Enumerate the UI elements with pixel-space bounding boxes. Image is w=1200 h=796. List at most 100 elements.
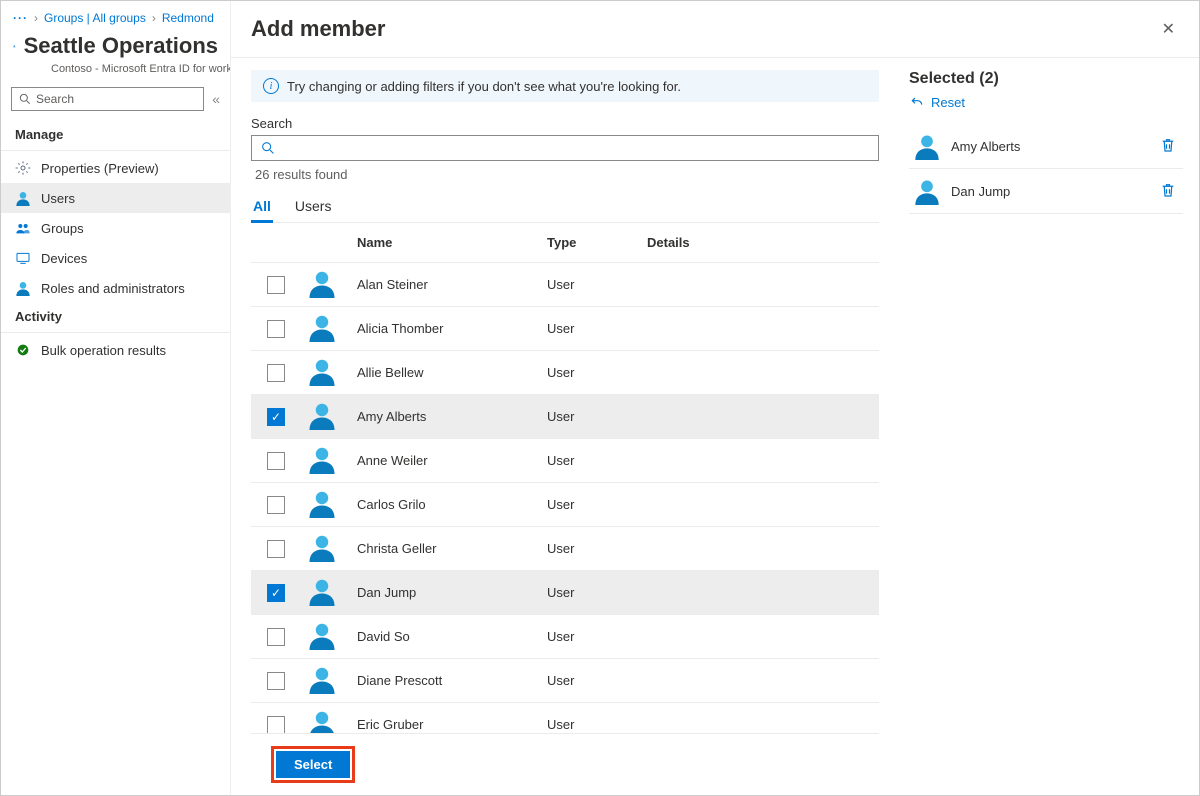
sidebar-item-label: Roles and administrators xyxy=(41,281,185,296)
row-type: User xyxy=(541,493,641,516)
row-name: Diane Prescott xyxy=(351,669,541,692)
user-avatar-icon xyxy=(307,620,337,650)
tab-users[interactable]: Users xyxy=(293,192,334,223)
row-name: Amy Alberts xyxy=(351,405,541,428)
selected-name: Amy Alberts xyxy=(951,139,1147,154)
row-checkbox[interactable]: ✓ xyxy=(267,408,285,426)
row-checkbox[interactable] xyxy=(267,628,285,646)
result-row[interactable]: Diane Prescott User xyxy=(251,659,879,703)
row-details xyxy=(641,501,879,509)
select-button-highlight: Select xyxy=(271,746,355,783)
col-details: Details xyxy=(641,231,879,254)
user-avatar-icon xyxy=(307,356,337,386)
row-details xyxy=(641,589,879,597)
bulk-icon xyxy=(15,342,31,358)
selected-header: Selected (2) xyxy=(909,70,1183,88)
sidebar-item-bulk-operation-results[interactable]: Bulk operation results xyxy=(1,335,230,365)
row-details xyxy=(641,457,879,465)
result-row[interactable]: Alan Steiner User xyxy=(251,263,879,307)
row-name: Alan Steiner xyxy=(351,273,541,296)
row-type: User xyxy=(541,361,641,384)
chevron-right-icon: › xyxy=(152,11,156,25)
row-type: User xyxy=(541,317,641,340)
collapse-sidebar-icon[interactable]: « xyxy=(212,91,220,107)
member-search-input[interactable] xyxy=(251,135,879,161)
row-checkbox[interactable]: ✓ xyxy=(267,584,285,602)
row-checkbox[interactable] xyxy=(267,672,285,690)
search-label: Search xyxy=(251,116,879,131)
result-row[interactable]: ✓ Dan Jump User xyxy=(251,571,879,615)
row-checkbox[interactable] xyxy=(267,276,285,294)
results-count: 26 results found xyxy=(255,167,879,182)
role-icon xyxy=(15,280,31,296)
breadcrumb-groups[interactable]: Groups | All groups xyxy=(44,11,146,25)
results-list[interactable]: Name Type Details Alan Steiner User Alic… xyxy=(251,223,879,734)
sidebar-item-label: Devices xyxy=(41,251,87,266)
row-name: Alicia Thomber xyxy=(351,317,541,340)
breadcrumb-redmond[interactable]: Redmond xyxy=(162,11,214,25)
sidebar-item-label: Properties (Preview) xyxy=(41,161,159,176)
row-checkbox[interactable] xyxy=(267,364,285,382)
result-row[interactable]: Eric Gruber User xyxy=(251,703,879,734)
result-row[interactable]: ✓ Amy Alberts User xyxy=(251,395,879,439)
row-type: User xyxy=(541,625,641,648)
row-type: User xyxy=(541,405,641,428)
row-checkbox[interactable] xyxy=(267,540,285,558)
modal-title: Add member xyxy=(251,16,385,42)
row-type: User xyxy=(541,537,641,560)
device-icon xyxy=(15,250,31,266)
sidebar-item-roles-and-administrators[interactable]: Roles and administrators xyxy=(1,273,230,303)
section-manage: Manage xyxy=(1,121,230,148)
row-details xyxy=(641,325,879,333)
remove-selected-button[interactable] xyxy=(1157,179,1179,204)
page-title: Seattle Operations xyxy=(24,33,218,59)
sidebar-item-devices[interactable]: Devices xyxy=(1,243,230,273)
info-icon: i xyxy=(263,78,279,94)
row-details xyxy=(641,413,879,421)
result-row[interactable]: Allie Bellew User xyxy=(251,351,879,395)
result-row[interactable]: David So User xyxy=(251,615,879,659)
reset-button[interactable]: Reset xyxy=(909,94,1183,110)
row-details xyxy=(641,721,879,729)
result-row[interactable]: Anne Weiler User xyxy=(251,439,879,483)
sidebar-item-label: Bulk operation results xyxy=(41,343,166,358)
row-details xyxy=(641,545,879,553)
section-activity: Activity xyxy=(1,303,230,330)
results-header: Name Type Details xyxy=(251,223,879,263)
result-row[interactable]: Christa Geller User xyxy=(251,527,879,571)
row-checkbox[interactable] xyxy=(267,716,285,734)
breadcrumb-more-icon[interactable]: ··· xyxy=(13,11,28,25)
select-button[interactable]: Select xyxy=(276,751,350,778)
row-type: User xyxy=(541,449,641,472)
info-text: Try changing or adding filters if you do… xyxy=(287,79,681,94)
user-avatar-icon xyxy=(307,708,337,734)
user-avatar-icon xyxy=(307,664,337,694)
user-icon xyxy=(15,190,31,206)
row-checkbox[interactable] xyxy=(267,496,285,514)
close-button[interactable]: ✕ xyxy=(1158,15,1179,43)
row-checkbox[interactable] xyxy=(267,452,285,470)
page-subtitle: Contoso - Microsoft Entra ID for workfo xyxy=(1,61,230,87)
sidebar-item-groups[interactable]: Groups xyxy=(1,213,230,243)
row-type: User xyxy=(541,669,641,692)
sidebar-item-label: Users xyxy=(41,191,75,206)
selected-item: Dan Jump xyxy=(909,169,1183,214)
result-row[interactable]: Carlos Grilo User xyxy=(251,483,879,527)
row-type: User xyxy=(541,273,641,296)
selected-name: Dan Jump xyxy=(951,184,1147,199)
user-avatar-icon xyxy=(307,312,337,342)
tab-all[interactable]: All xyxy=(251,192,273,223)
search-icon xyxy=(18,92,32,106)
sidebar-search-input[interactable]: Search xyxy=(11,87,204,111)
sidebar-item-users[interactable]: Users xyxy=(1,183,230,213)
row-name: Allie Bellew xyxy=(351,361,541,384)
row-checkbox[interactable] xyxy=(267,320,285,338)
group-avatar-icon xyxy=(13,31,16,61)
row-name: Eric Gruber xyxy=(351,713,541,734)
undo-icon xyxy=(909,94,925,110)
result-row[interactable]: Alicia Thomber User xyxy=(251,307,879,351)
remove-selected-button[interactable] xyxy=(1157,134,1179,159)
info-banner: i Try changing or adding filters if you … xyxy=(251,70,879,102)
search-icon xyxy=(260,140,276,156)
sidebar-item-properties-preview-[interactable]: Properties (Preview) xyxy=(1,153,230,183)
